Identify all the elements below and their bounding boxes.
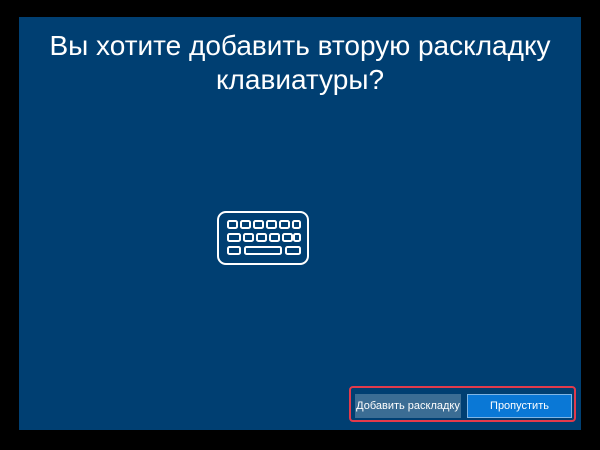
- action-buttons: Добавить раскладку Пропустить: [349, 386, 576, 422]
- add-layout-button[interactable]: Добавить раскладку: [355, 394, 461, 418]
- title-line-1: Вы хотите добавить вторую раскладку: [49, 30, 551, 61]
- title-line-2: клавиатуры?: [215, 64, 385, 95]
- skip-button[interactable]: Пропустить: [467, 394, 572, 418]
- keyboard-icon: [217, 211, 309, 265]
- page-title: Вы хотите добавить вторую раскладку клав…: [19, 29, 581, 97]
- setup-screen: Вы хотите добавить вторую раскладку клав…: [19, 17, 581, 430]
